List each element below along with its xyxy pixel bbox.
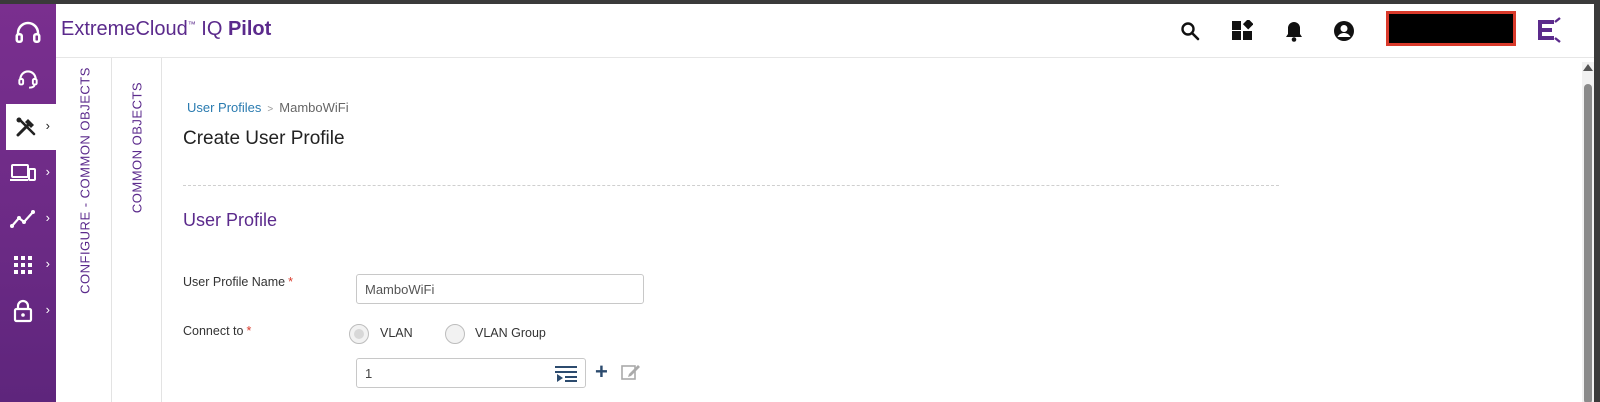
chevron-right-icon: › (45, 210, 50, 225)
extreme-logo-icon (1538, 17, 1561, 43)
page-title: Create User Profile (183, 128, 345, 149)
notifications-button[interactable] (1282, 19, 1306, 43)
tab-configure-label: CONFIGURE - COMMON OBJECTS (77, 67, 92, 294)
brand-tm: ™ (187, 20, 196, 29)
top-header: ExtremeCloud™ IQ Pilot (56, 4, 1594, 58)
vlan-select[interactable]: 1 (356, 358, 586, 388)
user-profile-name-label: User Profile Name * (183, 275, 293, 289)
tab-configure-common-objects[interactable]: CONFIGURE - COMMON OBJECTS (58, 58, 112, 402)
connect-to-text: Connect to (183, 324, 244, 338)
widgets-icon (1232, 20, 1253, 40)
vlan-value: 1 (365, 366, 373, 381)
bell-icon (1286, 22, 1302, 42)
rail-item-configure[interactable]: › (6, 104, 56, 150)
rail-item-devices[interactable]: › (0, 150, 56, 196)
breadcrumb-separator: > (267, 104, 274, 115)
chevron-right-icon: › (45, 256, 50, 271)
breadcrumb-link-user-profiles[interactable]: User Profiles (187, 100, 261, 115)
tools-icon (16, 117, 36, 137)
chevron-right-icon: › (45, 164, 50, 179)
scroll-up-arrow-icon[interactable] (1583, 64, 1593, 71)
lock-icon (13, 299, 33, 323)
radio-vlan-group[interactable] (445, 324, 465, 344)
radio-vlan-label: VLAN (380, 326, 413, 340)
user-profile-name-text: User Profile Name (183, 275, 286, 289)
support-headset-icon (18, 70, 38, 89)
brand-extreme: ExtremeCloud (61, 18, 188, 40)
tab-common-label: COMMON OBJECTS (129, 81, 144, 214)
radio-vlan[interactable] (349, 324, 369, 344)
chevron-right-icon: › (45, 302, 50, 317)
rail-item-support[interactable] (0, 56, 56, 102)
rail-item-security[interactable]: › (0, 288, 56, 334)
search-icon (1181, 22, 1200, 41)
main-content: User Profiles > MamboWiFi Create User Prof… (163, 58, 1583, 402)
widgets-button[interactable] (1230, 19, 1254, 43)
user-menu-redacted[interactable] (1386, 11, 1516, 46)
breadcrumb: User Profiles > MamboWiFi (187, 100, 349, 115)
support-headset-icon (15, 21, 41, 43)
apps-grid-icon (14, 256, 32, 274)
devices-icon (10, 164, 36, 181)
analytics-icon (10, 210, 35, 228)
edit-icon[interactable] (621, 363, 641, 381)
breadcrumb-current: MamboWiFi (279, 100, 349, 115)
vertical-scrollbar[interactable] (1582, 62, 1594, 402)
user-profile-name-input[interactable] (356, 274, 644, 304)
tab-common-objects[interactable]: COMMON OBJECTS (112, 58, 162, 402)
brand-pilot: Pilot (227, 18, 272, 40)
scrollbar-thumb[interactable] (1584, 84, 1592, 402)
rail-item-analytics[interactable]: › (0, 196, 56, 242)
add-icon[interactable]: + (595, 361, 608, 383)
account-icon (1334, 21, 1354, 41)
extreme-logo[interactable] (1534, 16, 1562, 44)
chevron-right-icon: › (45, 118, 50, 133)
section-divider (183, 185, 1279, 186)
section-title: User Profile (183, 210, 278, 230)
list-picker-icon[interactable] (555, 365, 579, 383)
app-window: › › › › › ExtremeCloud™ IQ Pilot CONFIGU… (0, 4, 1594, 402)
required-mark: * (246, 324, 252, 338)
brand-iq: IQ (195, 18, 228, 40)
search-button[interactable] (1178, 19, 1202, 43)
brand-logo[interactable]: ExtremeCloud™ IQ Pilot (61, 18, 271, 41)
rail-item-help[interactable] (0, 10, 56, 56)
required-mark: * (288, 275, 293, 289)
account-button[interactable] (1332, 19, 1356, 43)
rail-item-apps[interactable]: › (0, 242, 56, 288)
left-nav-rail: › › › › › (0, 4, 56, 402)
connect-to-label: Connect to * (183, 324, 251, 338)
radio-vlan-group-label: VLAN Group (475, 326, 546, 340)
